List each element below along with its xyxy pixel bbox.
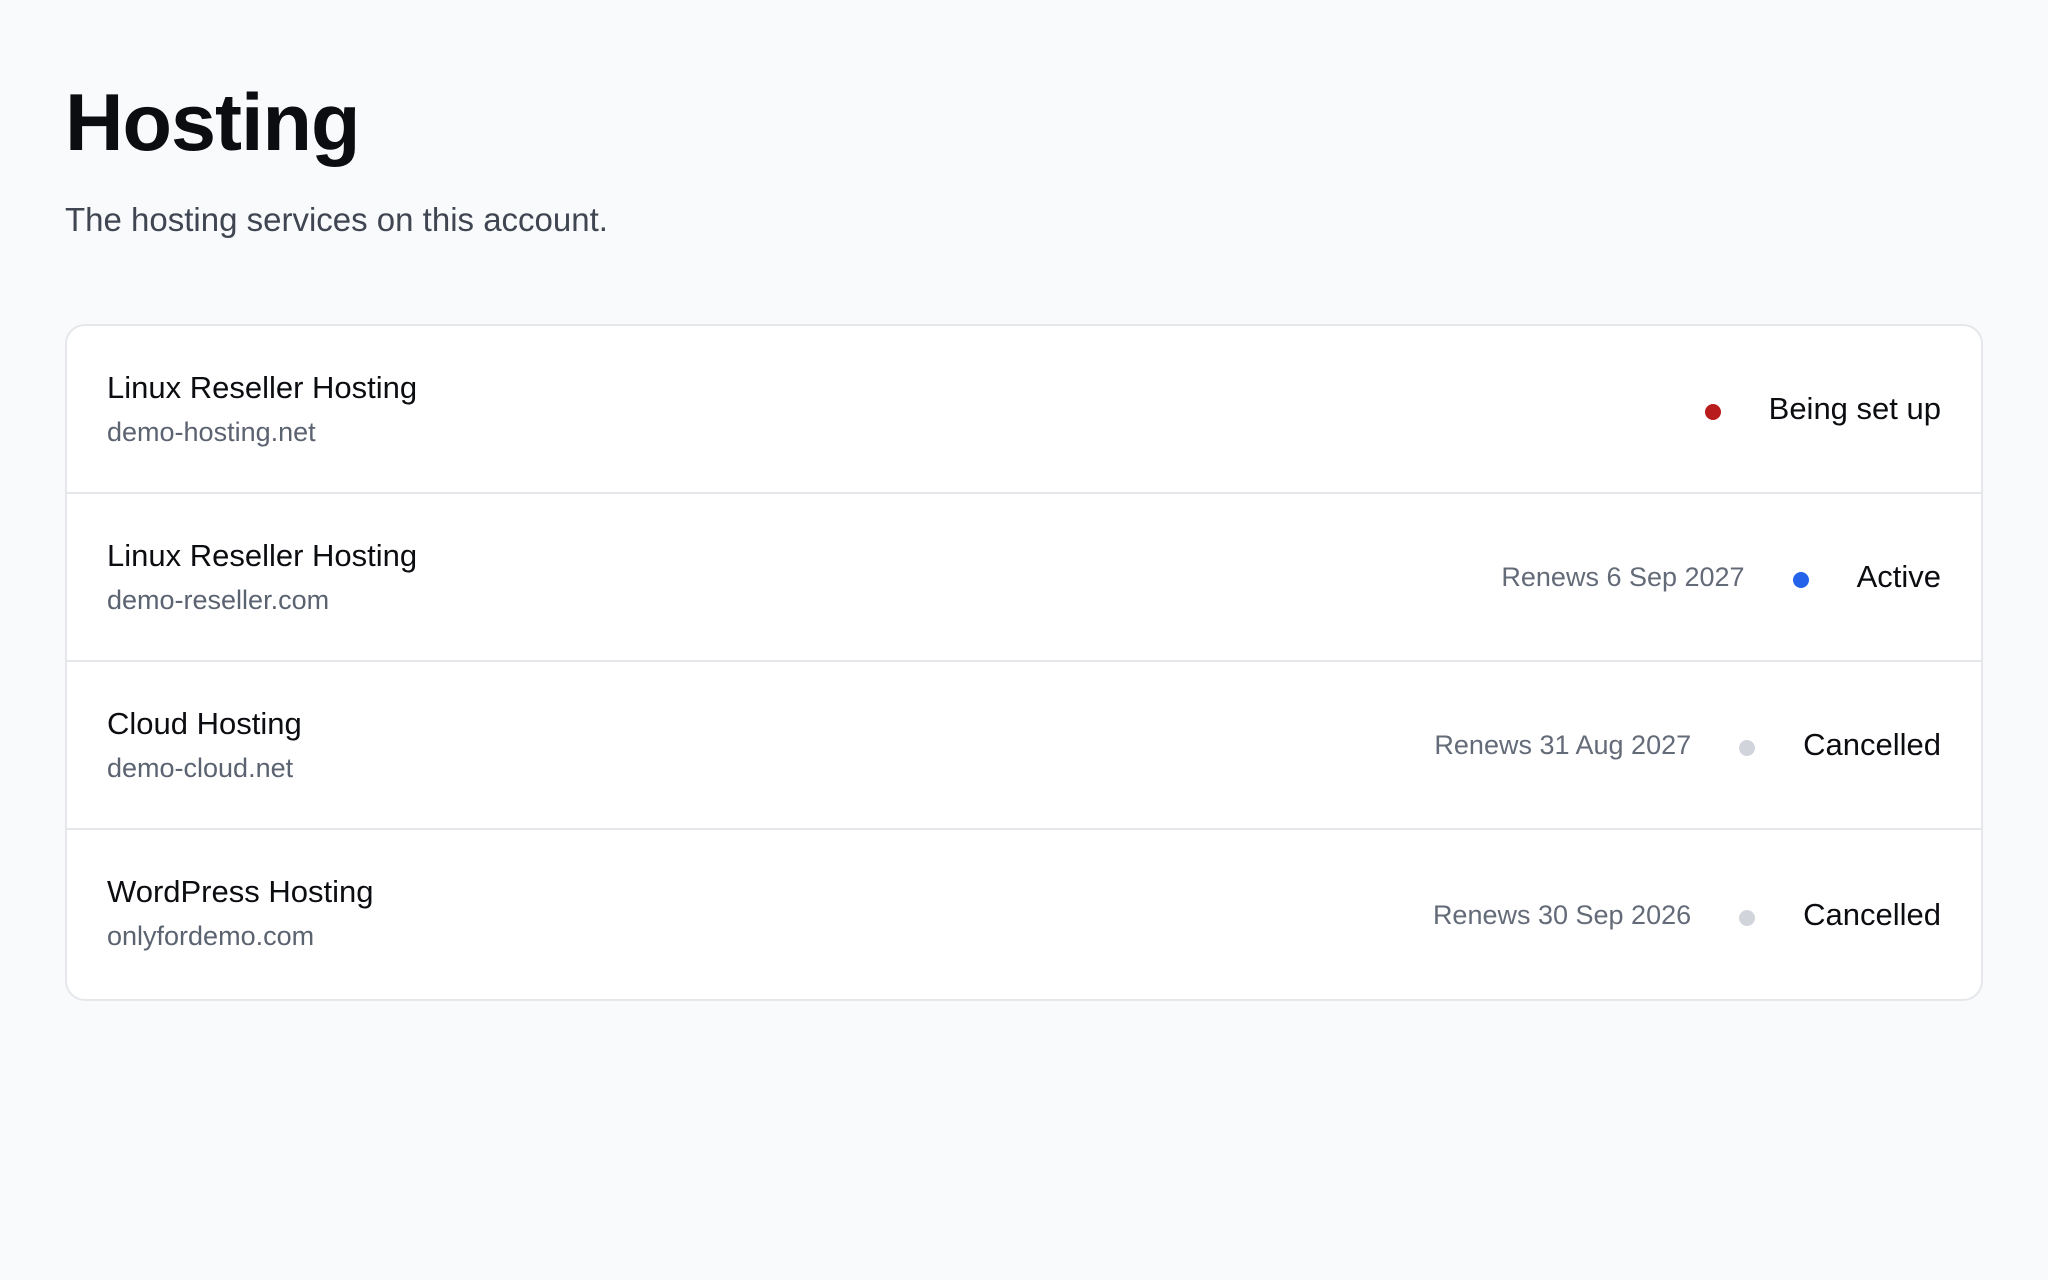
status-dot-icon (1739, 740, 1756, 756)
page-title: Hosting (65, 78, 360, 168)
service-status-group: Renews 30 Sep 2026 Cancelled (1433, 830, 1941, 999)
service-domain: demo-cloud.net (107, 753, 294, 783)
service-status-group: Renews 6 Sep 2027 Active (1501, 494, 1941, 660)
service-name: Linux Reseller Hosting (107, 370, 418, 405)
status-label: Cancelled (1803, 727, 1941, 762)
service-row[interactable]: WordPress Hosting onlyfordemo.com Renews… (67, 830, 1981, 999)
service-name: Linux Reseller Hosting (107, 538, 418, 573)
renewal-date: Renews 31 Aug 2027 (1434, 730, 1692, 760)
status-label: Cancelled (1803, 896, 1941, 932)
status-dot-icon (1739, 909, 1756, 926)
hosting-page: Hosting The hosting services on this acc… (0, 0, 2048, 1280)
service-status-group: Renews 31 Aug 2027 Cancelled (1434, 662, 1941, 828)
service-row[interactable]: Linux Reseller Hosting demo-reseller.com… (67, 494, 1981, 662)
service-row[interactable]: Linux Reseller Hosting demo-hosting.net … (67, 326, 1981, 494)
service-row[interactable]: Cloud Hosting demo-cloud.net Renews 31 A… (67, 662, 1981, 830)
services-list: Linux Reseller Hosting demo-hosting.net … (65, 324, 1983, 1001)
service-domain: demo-hosting.net (107, 417, 316, 447)
status-dot-icon (1704, 404, 1721, 420)
status-label: Being set up (1768, 391, 1941, 426)
service-domain: demo-reseller.com (107, 585, 330, 615)
status-label: Active (1856, 559, 1941, 594)
renewal-date: Renews 6 Sep 2027 (1501, 562, 1745, 592)
service-status-group: Being set up (1704, 326, 1941, 492)
service-name: WordPress Hosting (107, 874, 374, 909)
service-domain: onlyfordemo.com (107, 921, 315, 951)
renewal-date: Renews 30 Sep 2026 (1432, 899, 1692, 930)
page-subtitle: The hosting services on this account. (65, 201, 608, 238)
service-name: Cloud Hosting (107, 706, 302, 741)
status-dot-icon (1792, 572, 1809, 588)
